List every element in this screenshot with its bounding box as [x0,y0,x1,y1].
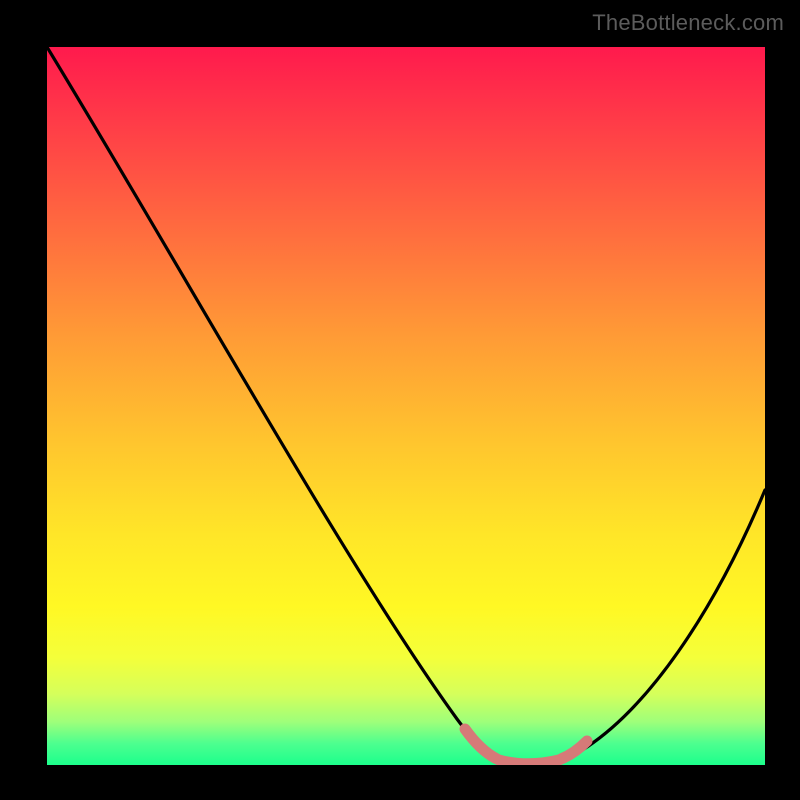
plot-area [47,47,765,765]
heat-gradient-background [47,47,765,765]
chart-frame: TheBottleneck.com [0,0,800,800]
watermark-text: TheBottleneck.com [592,10,784,36]
